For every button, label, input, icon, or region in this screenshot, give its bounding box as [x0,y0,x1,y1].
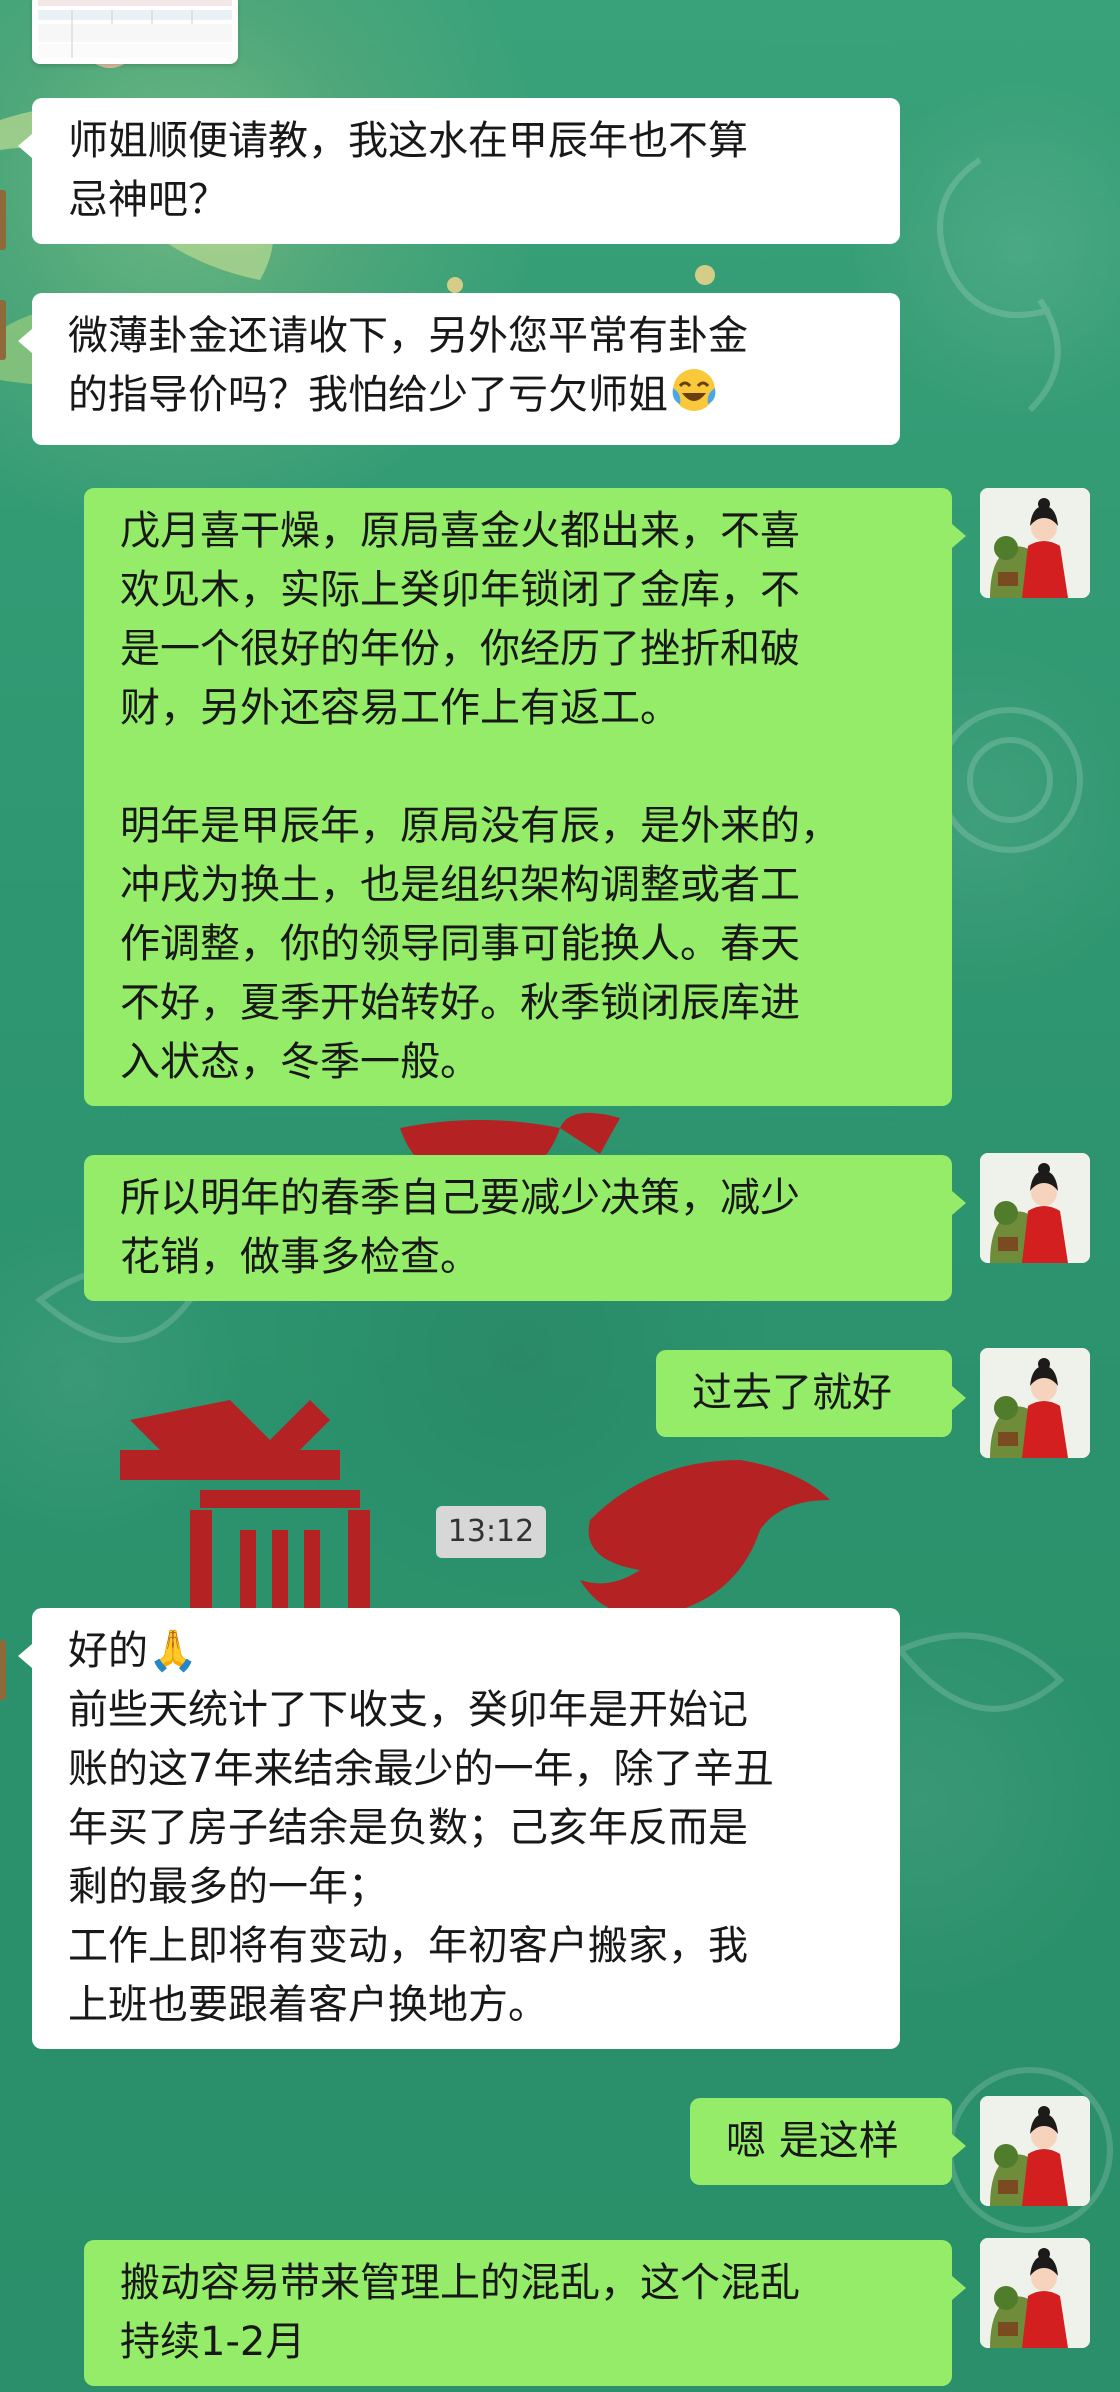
message-text-line: 好的🙏 [68,1628,198,1674]
message-text-line: 持续1-2月 [120,2319,306,2365]
message-text-line: 作调整，你的领导同事可能换人。春天 [120,921,800,967]
message-text-line: 微薄卦金还请收下，另外您平常有卦金 [68,313,748,359]
message-text-line: 过去了就好 [692,1370,892,1416]
woman-in-red-avatar-icon [980,2096,1090,2206]
message-text-line: 工作上即将有变动，年初客户搬家，我 [68,1923,748,1969]
message-text-line: 所以明年的春季自己要减少决策，减少 [120,1175,800,1221]
message-text-line: 忌神吧？ [68,177,228,223]
message-text-line: 入状态，冬季一般。 [120,1039,480,1085]
message-text-line: 剩的最多的一年； [68,1864,388,1910]
message-text-line: 上班也要跟着客户换地方。 [68,1982,548,2028]
message-text-line: 冲戌为换土，也是组织架构调整或者工 [120,862,800,908]
outgoing-message-bubble[interactable]: 所以明年的春季自己要减少决策，减少 花销，做事多检查。 [84,1155,966,1301]
crying-laughing-icon [670,366,718,431]
incoming-message-bubble[interactable]: 师姐顺便请教，我这水在甲辰年也不算 忌神吧？ [18,98,900,244]
woman-in-red-avatar-icon [980,2238,1090,2348]
woman-in-red-avatar-icon [980,1348,1090,1458]
table-preview-icon [38,0,232,58]
outgoing-message-bubble[interactable]: 搬动容易带来管理上的混乱，这个混乱 持续1-2月 [84,2240,966,2386]
message-text-line: 财，另外还容易工作上有返工。 [120,685,680,731]
message-text-line: 的指导价吗？我怕给少了亏欠师姐 [68,372,668,418]
outgoing-message-bubble[interactable]: 戊月喜干燥，原局喜金火都出来，不喜 欢见木，实际上癸卯年锁闭了金库，不 是一个很… [84,488,966,1106]
message-text-line: 欢见木，实际上癸卯年锁闭了金库，不 [120,567,800,613]
message-text-line: 账的这7年来结余最少的一年，除了辛丑 [68,1746,774,1792]
message-text-line: 花销，做事多检查。 [120,1234,480,1280]
woman-in-red-avatar-icon [980,488,1090,598]
outgoing-message-bubble[interactable]: 过去了就好 [656,1350,966,1437]
message-text-line: 是一个很好的年份，你经历了挫折和破 [120,626,800,672]
message-text-line: 师姐顺便请教，我这水在甲辰年也不算 [68,118,748,164]
message-text-line: 搬动容易带来管理上的混乱，这个混乱 [120,2260,800,2306]
message-text-line: 前些天统计了下收支，癸卯年是开始记 [68,1687,748,1733]
message-text-line: 明年是甲辰年，原局没有辰，是外来的， [120,803,840,849]
timestamp-label: 13:12 [436,1506,546,1558]
message-text-line: 戊月喜干燥，原局喜金火都出来，不喜 [120,508,800,554]
sender-avatar-edge [0,1640,6,1700]
incoming-message-bubble[interactable]: 好的🙏 前些天统计了下收支，癸卯年是开始记 账的这7年来结余最少的一年，除了辛丑… [18,1608,900,2049]
sender-avatar[interactable] [980,1348,1090,1458]
sender-avatar-edge [0,300,6,360]
outgoing-message-bubble[interactable]: 嗯 是这样 [690,2098,966,2185]
sender-avatar-edge [0,190,6,250]
message-text-line: 年买了房子结余是负数；己亥年反而是 [68,1805,748,1851]
message-text-line: 不好，夏季开始转好。秋季锁闭辰库进 [120,980,800,1026]
message-text-line: 嗯 是这样 [726,2118,899,2164]
message-text-line [120,738,916,797]
incoming-message-bubble[interactable]: 微薄卦金还请收下，另外您平常有卦金 的指导价吗？我怕给少了亏欠师姐 [18,293,900,445]
sender-avatar[interactable] [980,488,1090,598]
forwarded-image-thumbnail[interactable] [32,0,238,64]
sender-avatar[interactable] [980,1153,1090,1263]
sender-avatar[interactable] [980,2096,1090,2206]
woman-in-red-avatar-icon [980,1153,1090,1263]
sender-avatar[interactable] [980,2238,1090,2348]
